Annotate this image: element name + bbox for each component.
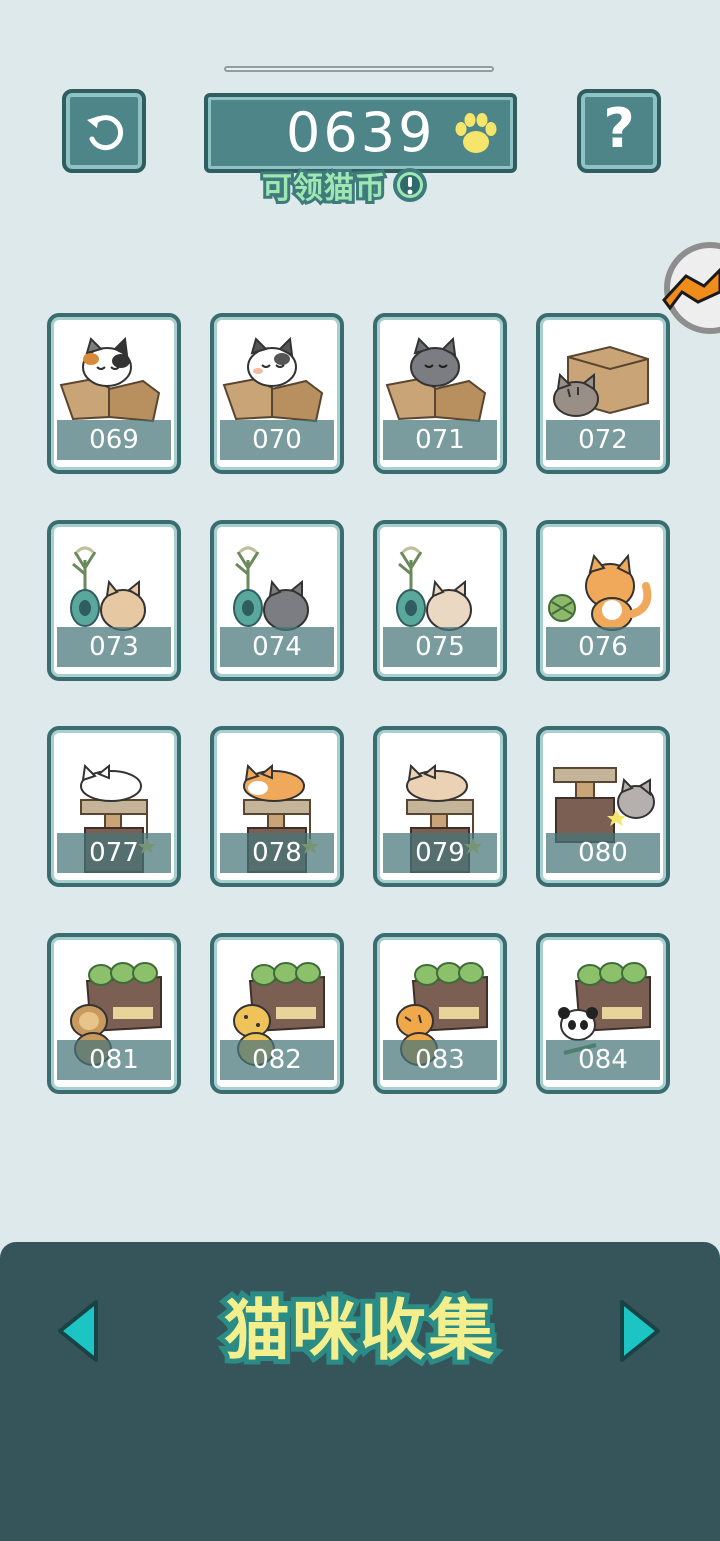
exclamation-icon bbox=[393, 168, 427, 202]
coin-counter: 0639 bbox=[204, 93, 517, 173]
drag-handle[interactable] bbox=[224, 66, 494, 72]
cat-card[interactable]: 070 bbox=[210, 313, 344, 474]
cat-card[interactable]: 081 bbox=[47, 933, 181, 1094]
card-number: 083 bbox=[415, 1045, 465, 1075]
card-number: 082 bbox=[252, 1045, 302, 1075]
cat-card[interactable]: 083 bbox=[373, 933, 507, 1094]
back-button[interactable] bbox=[62, 89, 146, 173]
undo-arrow-icon bbox=[87, 115, 124, 151]
card-number: 077 bbox=[89, 838, 139, 868]
help-button[interactable]: ? bbox=[577, 89, 661, 173]
claim-coins-label: 可领猫币 bbox=[259, 168, 388, 209]
coin-count: 0639 bbox=[286, 101, 436, 164]
cat-card[interactable]: 069 bbox=[47, 313, 181, 474]
cat-card[interactable]: 078 bbox=[210, 726, 344, 887]
cat-card[interactable]: 071 bbox=[373, 313, 507, 474]
cat-card[interactable]: 076 bbox=[536, 520, 670, 681]
cat-card[interactable]: 072 bbox=[536, 313, 670, 474]
footer-panel bbox=[0, 1242, 720, 1541]
triangle-right-icon[interactable] bbox=[616, 1296, 666, 1366]
paw-icon bbox=[455, 113, 497, 153]
claim-coins-link[interactable]: 可领猫币 bbox=[259, 164, 430, 209]
card-number: 073 bbox=[89, 632, 139, 662]
card-number: 081 bbox=[89, 1045, 139, 1075]
card-number: 076 bbox=[578, 632, 628, 662]
cat-card[interactable]: 077 bbox=[47, 726, 181, 887]
cat-card[interactable]: 079 bbox=[373, 726, 507, 887]
card-number: 074 bbox=[252, 632, 302, 662]
card-number: 080 bbox=[578, 838, 628, 868]
card-number: 078 bbox=[252, 838, 302, 868]
card-number: 072 bbox=[578, 425, 628, 455]
card-number: 075 bbox=[415, 632, 465, 662]
card-number: 079 bbox=[415, 838, 465, 868]
card-number: 084 bbox=[578, 1045, 628, 1075]
cat-card[interactable]: 084 bbox=[536, 933, 670, 1094]
cat-card[interactable]: 075 bbox=[373, 520, 507, 681]
cat-card[interactable]: 073 bbox=[47, 520, 181, 681]
card-number: 069 bbox=[89, 425, 139, 455]
cat-card[interactable]: 074 bbox=[210, 520, 344, 681]
question-mark-icon: ? bbox=[603, 97, 635, 160]
card-number: 070 bbox=[252, 425, 302, 455]
cat-card[interactable]: 082 bbox=[210, 933, 344, 1094]
card-number: 071 bbox=[415, 425, 465, 455]
cat-card[interactable]: 080 bbox=[536, 726, 670, 887]
page-title: 猫咪收集 bbox=[219, 1288, 499, 1374]
